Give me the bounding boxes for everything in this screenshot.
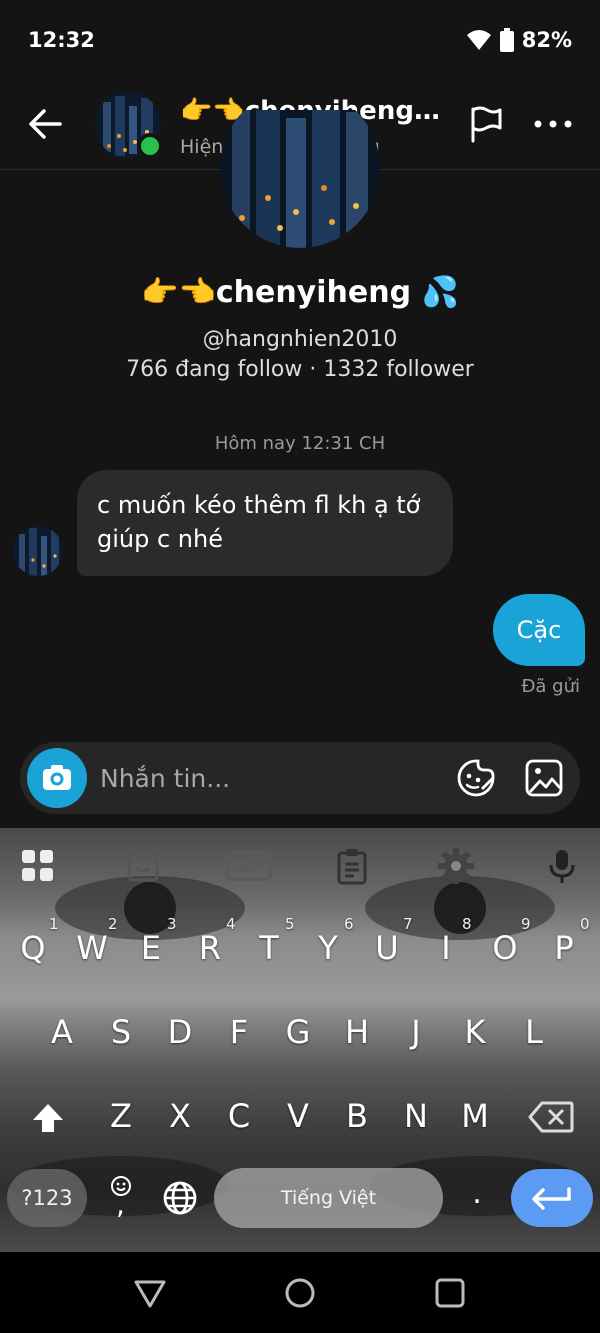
space-bar[interactable]: Tiếng Việt: [214, 1168, 443, 1228]
key-j[interactable]: J: [388, 1002, 444, 1062]
apps-icon[interactable]: [18, 846, 58, 886]
key-hint-3: 3: [167, 915, 177, 933]
key-hint-8: 8: [462, 915, 472, 933]
message-timestamp: Hôm nay 12:31 CH: [214, 433, 386, 454]
message-input[interactable]: [100, 758, 440, 798]
sticker-keyboard-icon[interactable]: [123, 846, 163, 886]
key-hint-9: 9: [521, 915, 531, 933]
period-key[interactable]: .: [462, 1172, 492, 1222]
camera-button[interactable]: [27, 748, 87, 808]
outgoing-message-bubble[interactable]: Cặc: [493, 594, 585, 666]
enter-key[interactable]: [511, 1169, 593, 1227]
battery-level: 82%: [521, 28, 572, 52]
emoji-comma-key[interactable]: ,: [104, 1174, 138, 1224]
recents-square-icon[interactable]: [433, 1276, 467, 1310]
profile-follow-stats: 766 đang follow · 1332 follower: [126, 357, 474, 382]
key-a[interactable]: A: [34, 1002, 90, 1062]
incoming-message-bubble[interactable]: c muốn kéo thêm fl kh ạ tớ giúp c nhé: [77, 470, 453, 576]
online-indicator: [137, 133, 163, 159]
key-l[interactable]: L: [506, 1002, 562, 1062]
settings-icon[interactable]: [436, 846, 476, 886]
clipboard-icon[interactable]: [332, 846, 372, 886]
key-hint-4: 4: [226, 915, 236, 933]
key-hint-7: 7: [403, 915, 413, 933]
key-m[interactable]: M: [447, 1086, 503, 1146]
profile-name: 👉👈chenyiheng 💦: [141, 275, 459, 310]
more-options-icon[interactable]: [532, 106, 574, 142]
battery-icon: [499, 28, 514, 52]
enter-arrow-icon: [532, 1187, 571, 1210]
status-time: 12:32: [28, 28, 95, 52]
comma-key-label: ,: [116, 1188, 125, 1221]
key-s[interactable]: S: [93, 1002, 149, 1062]
shift-icon[interactable]: [30, 1100, 66, 1136]
gallery-icon[interactable]: [524, 758, 564, 798]
camera-icon: [43, 765, 71, 790]
key-hint-1: 1: [49, 915, 59, 933]
key-x[interactable]: X: [152, 1086, 208, 1146]
on-screen-keyboard: GIF Q1W2E3R4T5Y6U7I8O9P0 ASDFGHJKL ZXCVB…: [0, 828, 600, 1252]
key-z[interactable]: Z: [93, 1086, 149, 1146]
key-b[interactable]: B: [329, 1086, 385, 1146]
gif-button[interactable]: GIF: [226, 851, 272, 881]
profile-avatar[interactable]: [220, 110, 380, 248]
system-navigation-bar: [0, 1252, 600, 1333]
wifi-icon: [466, 30, 491, 50]
key-n[interactable]: N: [388, 1086, 444, 1146]
sticker-icon[interactable]: [456, 758, 496, 798]
key-h[interactable]: H: [329, 1002, 385, 1062]
key-g[interactable]: G: [270, 1002, 326, 1062]
globe-icon[interactable]: [162, 1180, 198, 1216]
back-triangle-icon[interactable]: [133, 1276, 167, 1310]
key-d[interactable]: D: [152, 1002, 208, 1062]
message-sender-avatar[interactable]: [13, 526, 63, 576]
profile-handle: @hangnhien2010: [202, 327, 398, 352]
key-hint-6: 6: [344, 915, 354, 933]
message-composer: [20, 742, 580, 814]
key-c[interactable]: C: [211, 1086, 267, 1146]
key-hint-5: 5: [285, 915, 295, 933]
key-f[interactable]: F: [211, 1002, 267, 1062]
home-circle-icon[interactable]: [283, 1276, 317, 1310]
mic-icon[interactable]: [542, 846, 582, 886]
sent-status-label: Đã gửi: [521, 676, 580, 697]
backspace-icon[interactable]: [528, 1100, 574, 1134]
key-v[interactable]: V: [270, 1086, 326, 1146]
symbols-key[interactable]: ?123: [7, 1169, 87, 1227]
status-bar: 12:32 82%: [0, 0, 600, 82]
key-hint-0: 0: [580, 915, 590, 933]
status-icons: 82%: [466, 28, 572, 52]
key-hint-2: 2: [108, 915, 118, 933]
back-arrow-icon[interactable]: [26, 104, 66, 144]
key-k[interactable]: K: [447, 1002, 503, 1062]
flag-icon[interactable]: [466, 104, 506, 144]
